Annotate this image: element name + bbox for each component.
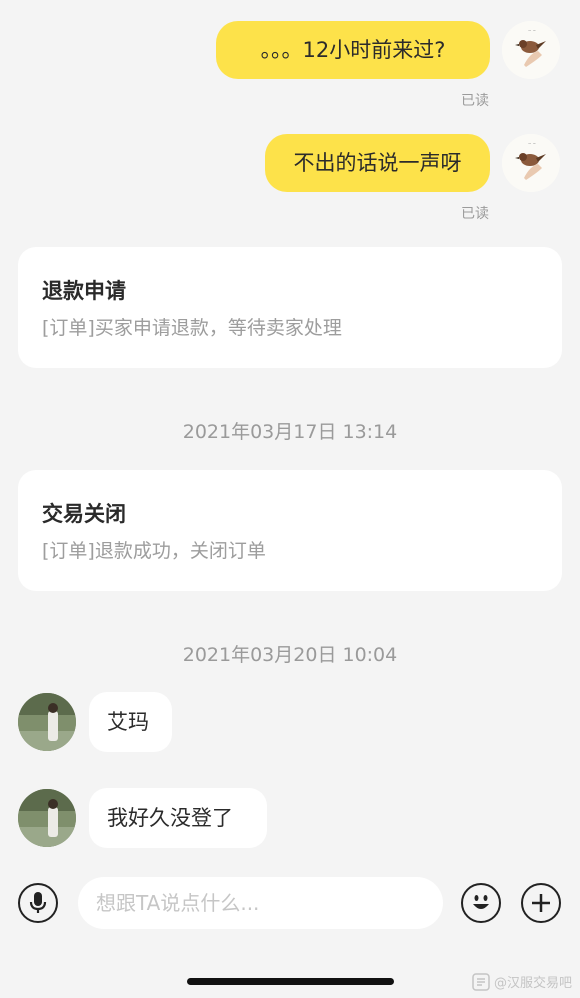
add-button[interactable]	[521, 883, 561, 923]
watermark-text: @汉服交易吧	[493, 976, 572, 991]
card-subtitle: [订单]买家申请退款，等待卖家处理	[42, 317, 342, 339]
incoming-message-bubble[interactable]: 艾玛	[89, 692, 172, 752]
card-subtitle: [订单]退款成功，关闭订单	[42, 540, 266, 562]
bird-avatar-icon: ~ ~	[502, 21, 560, 79]
forum-logo-icon	[472, 972, 490, 991]
microphone-icon	[29, 892, 47, 913]
order-card-transaction-closed[interactable]: 交易关闭 [订单]退款成功，关闭订单	[18, 470, 562, 591]
contact-avatar[interactable]	[18, 693, 76, 751]
voice-button[interactable]	[18, 883, 58, 923]
chat-timestamp: 2021年03月17日 13:14	[182, 421, 398, 443]
chat-timestamp: 2021年03月20日 10:04	[182, 644, 398, 666]
read-status: 已读	[461, 93, 489, 109]
emoji-button[interactable]	[461, 883, 501, 923]
watermark: @汉服交易吧	[472, 972, 572, 991]
person-avatar-icon	[18, 789, 76, 847]
outgoing-message-bubble[interactable]: 。。。12小时前来过?	[216, 21, 490, 79]
incoming-message-bubble[interactable]: 我好久没登了	[89, 788, 267, 848]
contact-avatar[interactable]	[18, 789, 76, 847]
outgoing-message-bubble[interactable]: 不出的话说一声呀	[265, 134, 490, 192]
bird-avatar-icon: ~ ~	[502, 134, 560, 192]
read-status: 已读	[461, 206, 489, 222]
order-card-refund-request[interactable]: 退款申请 [订单]买家申请退款，等待卖家处理	[18, 247, 562, 368]
my-avatar[interactable]: ~ ~	[502, 21, 560, 79]
svg-text:~ ~: ~ ~	[528, 28, 536, 33]
person-avatar-icon	[18, 693, 76, 751]
card-title: 退款申请	[42, 279, 126, 303]
card-title: 交易关闭	[42, 502, 126, 526]
plus-icon	[532, 894, 550, 912]
smiley-icon	[473, 895, 489, 909]
message-input[interactable]: 想跟TA说点什么...	[78, 877, 443, 929]
my-avatar[interactable]: ~ ~	[502, 134, 560, 192]
svg-text:~ ~: ~ ~	[528, 141, 536, 146]
home-indicator[interactable]	[187, 978, 394, 985]
